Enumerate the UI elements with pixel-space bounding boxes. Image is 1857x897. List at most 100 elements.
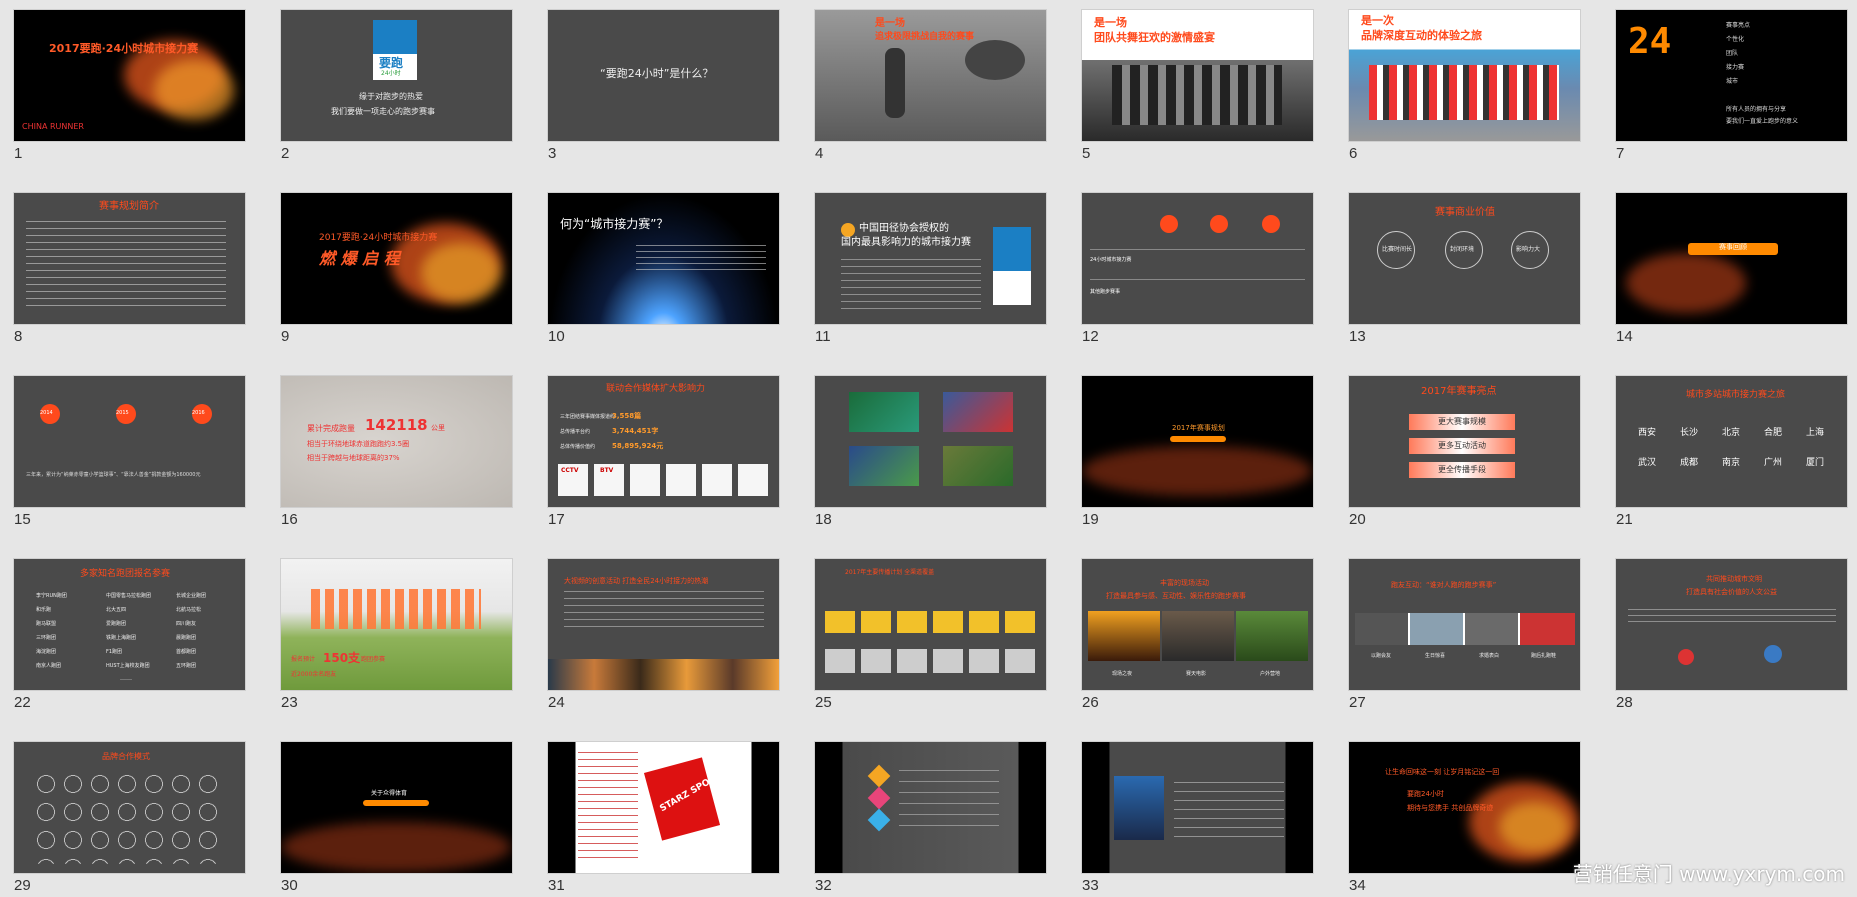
slide-text: 三年来，累计为“纳莱赤零童小学篮球事”、“靠法人善金”捐款金额为160000元 <box>26 472 201 478</box>
slide-thumb[interactable]: 丰富的现场活动 打造最具参与感、互动性、娱乐性的跑步赛事 现场之夜 赛天电影 户… <box>1082 559 1313 719</box>
team-name: 铁跑上海跑团 <box>106 635 137 641</box>
slide-6[interactable]: 是一次 品牌深度互动的体验之旅 <box>1349 10 1580 141</box>
slide-30[interactable]: 关于众得体育 <box>281 742 512 873</box>
slide-thumb[interactable]: 33 <box>1082 742 1313 897</box>
slide-number: 3 <box>548 145 557 162</box>
slide-3[interactable]: “要跑24小时”是什么？ <box>548 10 779 141</box>
slide-title: 共同推动城市文明 <box>1706 575 1762 583</box>
slide-19[interactable]: 2017年赛事规划 <box>1082 376 1313 507</box>
slide-29[interactable]: 品牌合作模式 <box>14 742 245 873</box>
slide-9[interactable]: 2017要跑·24小时城市接力赛 燃 爆 启 程 <box>281 193 512 324</box>
slide-thumb[interactable]: 报名预计 150支 跑团参赛 近2000余名跑友 23 <box>281 559 512 719</box>
slide-thumb[interactable]: 24小时城市接力赛 其他跑步赛事 12 <box>1082 193 1313 353</box>
slide-24[interactable]: 大视频的创意活动 打造全民24小时接力的热潮 <box>548 559 779 690</box>
team-name: 南京人跑团 <box>36 663 62 669</box>
slide-title: 品牌合作模式 <box>102 752 150 761</box>
slide-text: 相当于环绕地球赤道跑跑约3.5圈 <box>307 440 410 448</box>
slide-number: 24 <box>548 694 565 711</box>
slide-10[interactable]: 何为“城市接力赛”？ <box>548 193 779 324</box>
more-indicator: …… <box>120 675 132 682</box>
section-banner: 关于众得体育 <box>371 790 408 797</box>
section-banner: 赛事回顾 <box>1688 243 1778 255</box>
slide-32[interactable] <box>815 742 1046 873</box>
slide-thumb[interactable]: 是一场 追求极限挑战自我的赛事 4 <box>815 10 1046 170</box>
slide-2[interactable]: 要跑 24小时 缘于对跑步的热爱 我们要做一项走心的跑步赛事 <box>281 10 512 141</box>
stat-value: 3,558篇 <box>612 412 642 420</box>
slide-text: 我们要做一项走心的跑步赛事 <box>331 107 435 116</box>
team-name: F1跑团 <box>106 649 123 655</box>
slide-28[interactable]: 共同推动城市文明 打造具有社会价值的人文公益 <box>1616 559 1847 690</box>
slide-thumb[interactable]: 赛事回顾 14 <box>1616 193 1847 353</box>
caption: 跑后扎跑鞋 <box>1531 653 1557 659</box>
slide-thumb[interactable]: “要跑24小时”是什么？ 3 <box>548 10 779 170</box>
slide-thumb[interactable]: 关于众得体育 30 <box>281 742 512 897</box>
slide-thumb[interactable]: 2017年主要传播计划 全渠道覆盖 25 <box>815 559 1046 719</box>
slide-text: 近2000余名跑友 <box>291 671 337 678</box>
caption: 赛天电影 <box>1186 671 1207 677</box>
slide-thumb[interactable]: 2017年赛事规划 19 <box>1082 376 1313 536</box>
slide-thumb[interactable]: 累计完成跑量 142118 公里 相当于环绕地球赤道跑跑约3.5圈 相当于跨越与… <box>281 376 512 536</box>
slide-11[interactable]: 中国田径协会授权的 国内最具影响力的城市接力赛 <box>815 193 1046 324</box>
slide-1[interactable]: 2017要跑·24小时城市接力赛 CHINA RUNNER <box>14 10 245 141</box>
slide-thumb[interactable]: 赛事规划简介 8 <box>14 193 245 353</box>
media-logo: CCTV <box>561 467 579 474</box>
slide-thumb[interactable]: 要跑 24小时 缘于对跑步的热爱 我们要做一项走心的跑步赛事 2 <box>281 10 512 170</box>
slide-25[interactable]: 2017年主要传播计划 全渠道覆盖 <box>815 559 1046 690</box>
slide-thumb[interactable]: 2014 2015 2016 三年来，累计为“纳莱赤零童小学篮球事”、“靠法人善… <box>14 376 245 536</box>
slide-thumb[interactable]: 是一次 品牌深度互动的体验之旅 6 <box>1349 10 1580 170</box>
slide-text: 总体传播价值约 <box>560 444 596 450</box>
slide-7[interactable]: 24 赛事亮点 个性化 团队 接力赛 城市 所有人员的拥有与分享 要我们一直爱上… <box>1616 10 1847 141</box>
slide-thumb[interactable]: 让生命回味这一刻 让岁月铭记这一回 要跑24小时 期待与您携手 共创品牌奇迹 3… <box>1349 742 1580 897</box>
slide-33[interactable] <box>1082 742 1313 873</box>
slide-4[interactable]: 是一场 追求极限挑战自我的赛事 <box>815 10 1046 141</box>
slide-text: 相当于跨越与地球距离的37% <box>307 454 400 462</box>
slide-thumb[interactable]: 品牌合作模式 29 <box>14 742 245 897</box>
slide-thumb[interactable]: 2017要跑·24小时城市接力赛 CHINA RUNNER 1 <box>14 10 245 170</box>
stat-unit: 公里 <box>431 424 445 432</box>
slide-12[interactable]: 24小时城市接力赛 其他跑步赛事 <box>1082 193 1313 324</box>
slide-text: 报名预计 <box>291 656 316 663</box>
section-banner: 2017年赛事规划 <box>1172 424 1225 432</box>
slide-8[interactable]: 赛事规划简介 <box>14 193 245 324</box>
slide-21[interactable]: 城市多站城市接力赛之旅 西安 长沙 北京 合肥 上海 武汉 成都 南京 广州 厦… <box>1616 376 1847 507</box>
slide-27[interactable]: 跑友互动：“谁对人跑的跑步赛事” 以跑会友 生日惊喜 求婚表白 跑后扎跑鞋 <box>1349 559 1580 690</box>
slide-thumb[interactable]: 赛事商业价值 比赛时间长 封闭环境 影响力大 13 <box>1349 193 1580 353</box>
slide-title: 赛事规划简介 <box>99 201 159 212</box>
slide-thumb[interactable]: 是一场 团队共舞狂欢的激情盛宴 5 <box>1082 10 1313 170</box>
slide-22[interactable]: 多家知名跑团报名参赛 李宁RUN跑团 中国零售马拉松跑团 长城企业跑团 和乐跑 … <box>14 559 245 690</box>
slide-thumb[interactable]: 何为“城市接力赛”？ 10 <box>548 193 779 353</box>
slide-16[interactable]: 累计完成跑量 142118 公里 相当于环绕地球赤道跑跑约3.5圈 相当于跨越与… <box>281 376 512 507</box>
slide-thumb[interactable]: 18 <box>815 376 1046 536</box>
slide-thumb[interactable]: 城市多站城市接力赛之旅 西安 长沙 北京 合肥 上海 武汉 成都 南京 广州 厦… <box>1616 376 1847 536</box>
slide-title: 跑友互动：“谁对人跑的跑步赛事” <box>1391 581 1497 589</box>
slide-17[interactable]: 联动合作媒体扩大影响力 三年团结赛事媒体报道约 3,558篇 总传播平台约 3,… <box>548 376 779 507</box>
slide-thumb[interactable]: 2017要跑·24小时城市接力赛 燃 爆 启 程 9 <box>281 193 512 353</box>
slide-26[interactable]: 丰富的现场活动 打造最具参与感、互动性、娱乐性的跑步赛事 现场之夜 赛天电影 户… <box>1082 559 1313 690</box>
slide-34[interactable]: 让生命回味这一刻 让岁月铭记这一回 要跑24小时 期待与您携手 共创品牌奇迹 <box>1349 742 1580 873</box>
slide-thumb[interactable]: 2017年赛事亮点 更大赛事规模 更多互动活动 更全传播手段 20 <box>1349 376 1580 536</box>
slide-thumb[interactable]: STARZ SPORTS 31 <box>548 742 779 897</box>
slide-thumb[interactable]: 跑友互动：“谁对人跑的跑步赛事” 以跑会友 生日惊喜 求婚表白 跑后扎跑鞋 27 <box>1349 559 1580 719</box>
caption: 以跑会友 <box>1371 653 1392 659</box>
slide-number: 6 <box>1349 145 1358 162</box>
slide-15[interactable]: 2014 2015 2016 三年来，累计为“纳莱赤零童小学篮球事”、“靠法人善… <box>14 376 245 507</box>
slide-title: 是一场 <box>1094 16 1127 29</box>
slide-title: 2017年赛事亮点 <box>1421 386 1497 397</box>
slide-31[interactable]: STARZ SPORTS <box>548 742 779 873</box>
slide-text: 赛事亮点 <box>1726 22 1751 29</box>
slide-thumb[interactable]: 24 赛事亮点 个性化 团队 接力赛 城市 所有人员的拥有与分享 要我们一直爱上… <box>1616 10 1847 170</box>
slide-thumb[interactable]: 共同推动城市文明 打造具有社会价值的人文公益 28 <box>1616 559 1847 719</box>
slide-20[interactable]: 2017年赛事亮点 更大赛事规模 更多互动活动 更全传播手段 <box>1349 376 1580 507</box>
slide-thumb[interactable]: 多家知名跑团报名参赛 李宁RUN跑团 中国零售马拉松跑团 长城企业跑团 和乐跑 … <box>14 559 245 719</box>
slide-13[interactable]: 赛事商业价值 比赛时间长 封闭环境 影响力大 <box>1349 193 1580 324</box>
slide-thumb[interactable]: 联动合作媒体扩大影响力 三年团结赛事媒体报道约 3,558篇 总传播平台约 3,… <box>548 376 779 536</box>
slide-23[interactable]: 报名预计 150支 跑团参赛 近2000余名跑友 <box>281 559 512 690</box>
slide-thumb[interactable]: 大视频的创意活动 打造全民24小时接力的热潮 24 <box>548 559 779 719</box>
slide-title: 是一次 <box>1361 14 1394 27</box>
slide-18[interactable] <box>815 376 1046 507</box>
caption: 户外营地 <box>1260 671 1281 677</box>
slide-thumb[interactable]: 中国田径协会授权的 国内最具影响力的城市接力赛 11 <box>815 193 1046 353</box>
slide-5[interactable]: 是一场 团队共舞狂欢的激情盛宴 <box>1082 10 1313 141</box>
slide-14[interactable]: 赛事回顾 <box>1616 193 1847 324</box>
slide-thumb[interactable]: 32 <box>815 742 1046 897</box>
